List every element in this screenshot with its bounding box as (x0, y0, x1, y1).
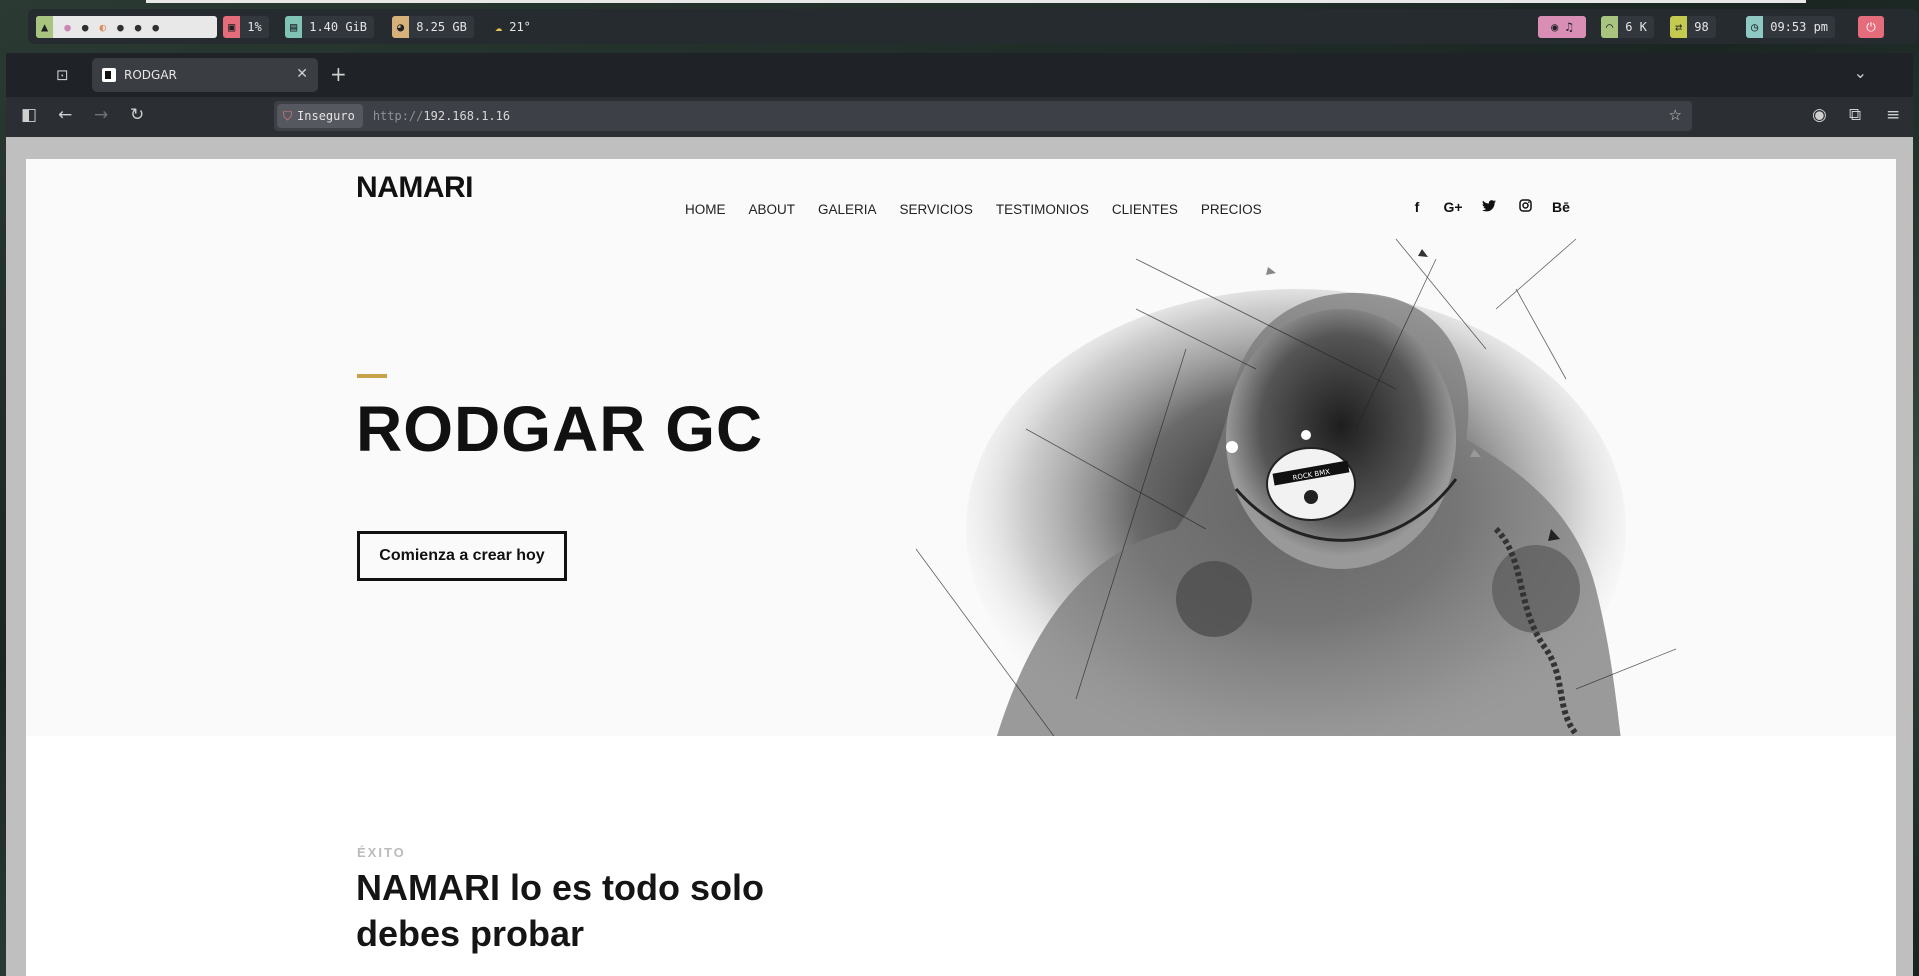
power-button[interactable]: ⏻ (1858, 16, 1884, 38)
disk-pie-icon: ◕ (392, 16, 410, 38)
workspace-dot-icon[interactable]: ● (82, 21, 89, 34)
social-links: f G+ Bē (1399, 199, 1579, 215)
memory-icon: ▤ (285, 16, 303, 38)
section-title: NAMARI lo es todo solo debes probar (356, 867, 764, 954)
site-logo[interactable]: NAMARI (356, 171, 474, 205)
behance-icon[interactable]: Bē (1543, 199, 1579, 215)
hero-section: NAMARI HOME ABOUT GALERIA SERVICIOS TEST… (26, 159, 1896, 736)
menu-item-servicios[interactable]: SERVICIOS (900, 202, 973, 217)
system-top-bar: ▲ ● ● ◐ ● ● ● ▣ 1% ▤ 1.40 GiB ◕ 8.25 GB … (28, 0, 1918, 44)
top-edge-line (146, 0, 1806, 3)
clock-value: 09:53 pm (1763, 16, 1836, 38)
weather-icon: ☁ (495, 20, 503, 34)
instagram-icon[interactable] (1507, 199, 1543, 215)
tab-bar: ⊡ RODGAR ✕ + ⌄ (6, 53, 1913, 97)
workspace-switcher[interactable]: ▲ ● ● ◐ ● ● ● (36, 16, 217, 38)
security-indicator[interactable]: ⛉ Inseguro (277, 104, 363, 128)
power-icon: ⏻ (1866, 19, 1876, 34)
url-text[interactable]: http://192.168.1.16 (373, 109, 510, 123)
menu-icon[interactable]: ≡ (1886, 105, 1900, 125)
cpu-widget[interactable]: ▣ 1% (223, 16, 269, 38)
shield-warning-icon: ⛉ (283, 108, 293, 123)
cpu-value: 1% (240, 16, 269, 38)
network-widget[interactable]: ◠ 6 K (1601, 16, 1654, 38)
close-tab-icon[interactable]: ✕ (296, 66, 308, 82)
menu-item-galeria[interactable]: GALERIA (818, 202, 877, 217)
twitter-icon[interactable] (1471, 199, 1507, 215)
new-tab-button[interactable]: + (330, 62, 347, 86)
updates-widget[interactable]: ⇄ 98 (1670, 16, 1716, 38)
hero-title: RODGAR GC (356, 393, 764, 465)
menu-item-about[interactable]: ABOUT (749, 202, 796, 217)
bookmark-star-icon[interactable]: ☆ (1669, 106, 1682, 124)
media-widget[interactable]: ◉ ♫ (1538, 16, 1586, 38)
url-scheme: http:// (372, 109, 424, 123)
extensions-icon[interactable]: ⧉ (1849, 105, 1861, 125)
google-plus-icon[interactable]: G+ (1435, 199, 1471, 215)
workspace-dot-icon[interactable]: ● (152, 21, 159, 34)
workspace-dot-icon[interactable]: ● (135, 21, 142, 34)
tab-rodgar[interactable]: RODGAR ✕ (92, 58, 318, 92)
browser-window: ⊡ RODGAR ✕ + ⌄ ◧ ← → ↻ ⛉ Inseguro http:/… (6, 53, 1913, 976)
disk-widget[interactable]: ◕ 8.25 GB (392, 16, 474, 38)
reload-button[interactable]: ↻ (130, 105, 144, 125)
hero-illustration: ROCK BMX (915, 238, 1677, 736)
facebook-icon[interactable]: f (1399, 199, 1435, 215)
wifi-icon: ◠ (1601, 16, 1619, 38)
arch-logo-icon[interactable]: ▲ (36, 16, 54, 38)
account-icon[interactable]: ◉ (1812, 105, 1827, 125)
back-button[interactable]: ← (58, 105, 72, 125)
cta-button[interactable]: Comienza a crear hoy (357, 531, 567, 581)
tab-list-chevron-icon[interactable]: ⌄ (1854, 63, 1867, 82)
address-bar[interactable]: ⛉ Inseguro http://192.168.1.16 ☆ (274, 101, 1692, 131)
user-icon: ◉ (1551, 20, 1559, 34)
menu-item-testimonios[interactable]: TESTIMONIOS (996, 202, 1089, 217)
url-host: 192.168.1.16 (423, 109, 511, 123)
title-accent-bar (357, 374, 387, 378)
menu-item-precios[interactable]: PRECIOS (1201, 202, 1262, 217)
music-icon: ♫ (1565, 20, 1573, 34)
favicon-icon (102, 68, 116, 82)
clock-widget[interactable]: ◷ 09:53 pm (1746, 16, 1836, 38)
updates-value: 98 (1687, 16, 1716, 38)
section-kicker: ÉXITO (357, 845, 406, 860)
cpu-icon: ▣ (223, 16, 241, 38)
tab-overview-icon[interactable]: ⊡ (56, 66, 69, 84)
tab-title: RODGAR (124, 68, 177, 82)
weather-value: 21° (509, 20, 531, 34)
pacman-icon[interactable]: ◐ (99, 21, 106, 34)
ghost-icon[interactable]: ● (64, 21, 71, 34)
menu-item-home[interactable]: HOME (685, 202, 726, 217)
main-menu: HOME ABOUT GALERIA SERVICIOS TESTIMONIOS… (685, 202, 1285, 217)
menu-item-clientes[interactable]: CLIENTES (1112, 202, 1178, 217)
network-value: 6 K (1618, 16, 1654, 38)
workspace-dot-icon[interactable]: ● (117, 21, 124, 34)
forward-button[interactable]: → (94, 105, 108, 125)
weather-widget[interactable]: ☁ 21° (490, 16, 531, 38)
clock-icon: ◷ (1746, 16, 1764, 38)
sidebar-toggle-icon[interactable]: ◧ (21, 105, 37, 125)
disk-value: 8.25 GB (409, 16, 474, 38)
ram-value: 1.40 GiB (302, 16, 375, 38)
navigation-bar: ◧ ← → ↻ ⛉ Inseguro http://192.168.1.16 ☆… (6, 97, 1913, 137)
page-viewport: NAMARI HOME ABOUT GALERIA SERVICIOS TEST… (26, 159, 1896, 976)
update-icon: ⇄ (1670, 16, 1688, 38)
ram-widget[interactable]: ▤ 1.40 GiB (285, 16, 375, 38)
insecure-label: Inseguro (297, 109, 355, 123)
